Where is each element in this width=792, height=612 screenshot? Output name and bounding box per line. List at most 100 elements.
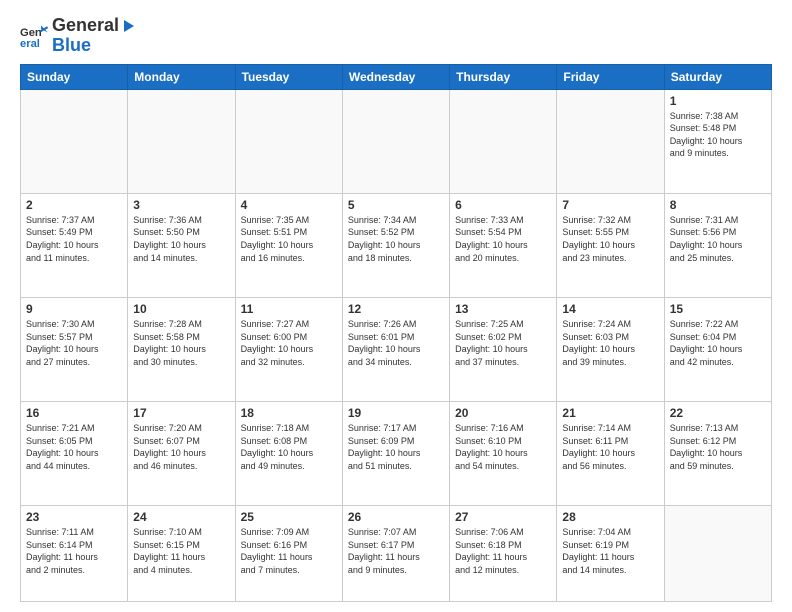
- day-number: 9: [26, 302, 122, 316]
- day-number: 14: [562, 302, 658, 316]
- day-info: Sunrise: 7:31 AM Sunset: 5:56 PM Dayligh…: [670, 214, 766, 264]
- weekday-header-monday: Monday: [128, 64, 235, 89]
- calendar-cell: 12 Sunrise: 7:26 AM Sunset: 6:01 PM Dayli…: [342, 297, 449, 401]
- weekday-header-friday: Friday: [557, 64, 664, 89]
- calendar-cell: [557, 89, 664, 193]
- day-number: 2: [26, 198, 122, 212]
- calendar-cell: 10 Sunrise: 7:28 AM Sunset: 5:58 PM Dayli…: [128, 297, 235, 401]
- calendar-cell: 7Sunrise: 7:32 AM Sunset: 5:55 PM Daylig…: [557, 193, 664, 297]
- day-number: 8: [670, 198, 766, 212]
- calendar-cell: 24 Sunrise: 7:10 AM Sunset: 6:15 PM Dayli…: [128, 506, 235, 602]
- day-info: Sunrise: 7:07 AM Sunset: 6:17 PM Dayligh…: [348, 526, 444, 576]
- calendar-cell: 11 Sunrise: 7:27 AM Sunset: 6:00 PM Dayli…: [235, 297, 342, 401]
- calendar-cell: 25 Sunrise: 7:09 AM Sunset: 6:16 PM Dayli…: [235, 506, 342, 602]
- calendar-cell: [21, 89, 128, 193]
- calendar-cell: 18 Sunrise: 7:18 AM Sunset: 6:08 PM Dayli…: [235, 402, 342, 506]
- day-number: 19: [348, 406, 444, 420]
- day-info: Sunrise: 7:11 AM Sunset: 6:14 PM Dayligh…: [26, 526, 122, 576]
- svg-text:eral: eral: [20, 38, 40, 50]
- day-number: 17: [133, 406, 229, 420]
- calendar-cell: 2 Sunrise: 7:37 AM Sunset: 5:49 PM Daylig…: [21, 193, 128, 297]
- day-info: Sunrise: 7:20 AM Sunset: 6:07 PM Dayligh…: [133, 422, 229, 472]
- calendar-cell: 5Sunrise: 7:34 AM Sunset: 5:52 PM Daylig…: [342, 193, 449, 297]
- calendar-cell: 13 Sunrise: 7:25 AM Sunset: 6:02 PM Dayli…: [450, 297, 557, 401]
- day-info: Sunrise: 7:25 AM Sunset: 6:02 PM Dayligh…: [455, 318, 551, 368]
- calendar-week-row: 1 Sunrise: 7:38 AM Sunset: 5:48 PM Daylig…: [21, 89, 772, 193]
- day-number: 10: [133, 302, 229, 316]
- day-number: 22: [670, 406, 766, 420]
- weekday-header-sunday: Sunday: [21, 64, 128, 89]
- day-number: 7: [562, 198, 658, 212]
- day-info: Sunrise: 7:13 AM Sunset: 6:12 PM Dayligh…: [670, 422, 766, 472]
- day-info: Sunrise: 7:35 AM Sunset: 5:51 PM Dayligh…: [241, 214, 337, 264]
- day-info: Sunrise: 7:18 AM Sunset: 6:08 PM Dayligh…: [241, 422, 337, 472]
- day-info: Sunrise: 7:33 AM Sunset: 5:54 PM Dayligh…: [455, 214, 551, 264]
- day-info: Sunrise: 7:16 AM Sunset: 6:10 PM Dayligh…: [455, 422, 551, 472]
- day-number: 15: [670, 302, 766, 316]
- day-info: Sunrise: 7:09 AM Sunset: 6:16 PM Dayligh…: [241, 526, 337, 576]
- calendar-cell: 20Sunrise: 7:16 AM Sunset: 6:10 PM Dayli…: [450, 402, 557, 506]
- calendar-cell: 9 Sunrise: 7:30 AM Sunset: 5:57 PM Daylig…: [21, 297, 128, 401]
- day-number: 16: [26, 406, 122, 420]
- day-number: 3: [133, 198, 229, 212]
- day-info: Sunrise: 7:22 AM Sunset: 6:04 PM Dayligh…: [670, 318, 766, 368]
- day-number: 24: [133, 510, 229, 524]
- day-number: 21: [562, 406, 658, 420]
- day-number: 27: [455, 510, 551, 524]
- day-info: Sunrise: 7:28 AM Sunset: 5:58 PM Dayligh…: [133, 318, 229, 368]
- calendar-cell: 8 Sunrise: 7:31 AM Sunset: 5:56 PM Daylig…: [664, 193, 771, 297]
- calendar-cell: 28 Sunrise: 7:04 AM Sunset: 6:19 PM Dayli…: [557, 506, 664, 602]
- page: Gen eral General Blue SundayMondayTuesda…: [0, 0, 792, 612]
- calendar-cell: 14 Sunrise: 7:24 AM Sunset: 6:03 PM Dayli…: [557, 297, 664, 401]
- day-info: Sunrise: 7:06 AM Sunset: 6:18 PM Dayligh…: [455, 526, 551, 576]
- calendar-cell: 15 Sunrise: 7:22 AM Sunset: 6:04 PM Dayli…: [664, 297, 771, 401]
- day-info: Sunrise: 7:27 AM Sunset: 6:00 PM Dayligh…: [241, 318, 337, 368]
- weekday-header-tuesday: Tuesday: [235, 64, 342, 89]
- day-number: 11: [241, 302, 337, 316]
- calendar-cell: 22 Sunrise: 7:13 AM Sunset: 6:12 PM Dayli…: [664, 402, 771, 506]
- day-info: Sunrise: 7:37 AM Sunset: 5:49 PM Dayligh…: [26, 214, 122, 264]
- day-number: 12: [348, 302, 444, 316]
- day-info: Sunrise: 7:21 AM Sunset: 6:05 PM Dayligh…: [26, 422, 122, 472]
- svg-text:Gen: Gen: [20, 27, 42, 39]
- weekday-header-wednesday: Wednesday: [342, 64, 449, 89]
- day-number: 1: [670, 94, 766, 108]
- day-info: Sunrise: 7:14 AM Sunset: 6:11 PM Dayligh…: [562, 422, 658, 472]
- calendar-week-row: 9 Sunrise: 7:30 AM Sunset: 5:57 PM Daylig…: [21, 297, 772, 401]
- day-info: Sunrise: 7:10 AM Sunset: 6:15 PM Dayligh…: [133, 526, 229, 576]
- day-info: Sunrise: 7:38 AM Sunset: 5:48 PM Dayligh…: [670, 110, 766, 160]
- day-info: Sunrise: 7:24 AM Sunset: 6:03 PM Dayligh…: [562, 318, 658, 368]
- day-info: Sunrise: 7:04 AM Sunset: 6:19 PM Dayligh…: [562, 526, 658, 576]
- calendar-cell: 4 Sunrise: 7:35 AM Sunset: 5:51 PM Daylig…: [235, 193, 342, 297]
- calendar-cell: 3 Sunrise: 7:36 AM Sunset: 5:50 PM Daylig…: [128, 193, 235, 297]
- day-number: 23: [26, 510, 122, 524]
- calendar-cell: 19 Sunrise: 7:17 AM Sunset: 6:09 PM Dayli…: [342, 402, 449, 506]
- day-number: 28: [562, 510, 658, 524]
- day-number: 6: [455, 198, 551, 212]
- calendar-cell: 17 Sunrise: 7:20 AM Sunset: 6:07 PM Dayli…: [128, 402, 235, 506]
- day-number: 13: [455, 302, 551, 316]
- day-number: 26: [348, 510, 444, 524]
- day-number: 4: [241, 198, 337, 212]
- day-info: Sunrise: 7:30 AM Sunset: 5:57 PM Dayligh…: [26, 318, 122, 368]
- calendar-cell: 23 Sunrise: 7:11 AM Sunset: 6:14 PM Dayli…: [21, 506, 128, 602]
- calendar-cell: [342, 89, 449, 193]
- calendar-cell: 1 Sunrise: 7:38 AM Sunset: 5:48 PM Daylig…: [664, 89, 771, 193]
- calendar-cell: 27 Sunrise: 7:06 AM Sunset: 6:18 PM Dayli…: [450, 506, 557, 602]
- calendar-week-row: 23 Sunrise: 7:11 AM Sunset: 6:14 PM Dayli…: [21, 506, 772, 602]
- logo: Gen eral General Blue: [20, 16, 136, 56]
- day-info: Sunrise: 7:17 AM Sunset: 6:09 PM Dayligh…: [348, 422, 444, 472]
- day-number: 18: [241, 406, 337, 420]
- day-info: Sunrise: 7:26 AM Sunset: 6:01 PM Dayligh…: [348, 318, 444, 368]
- day-info: Sunrise: 7:36 AM Sunset: 5:50 PM Dayligh…: [133, 214, 229, 264]
- calendar-cell: [128, 89, 235, 193]
- day-info: Sunrise: 7:34 AM Sunset: 5:52 PM Dayligh…: [348, 214, 444, 264]
- header: Gen eral General Blue: [20, 16, 772, 56]
- weekday-header-saturday: Saturday: [664, 64, 771, 89]
- calendar-table: SundayMondayTuesdayWednesdayThursdayFrid…: [20, 64, 772, 602]
- calendar-cell: 26 Sunrise: 7:07 AM Sunset: 6:17 PM Dayli…: [342, 506, 449, 602]
- calendar-cell: [664, 506, 771, 602]
- logo-arrow-icon: [120, 18, 136, 34]
- day-number: 25: [241, 510, 337, 524]
- calendar-week-row: 16 Sunrise: 7:21 AM Sunset: 6:05 PM Dayli…: [21, 402, 772, 506]
